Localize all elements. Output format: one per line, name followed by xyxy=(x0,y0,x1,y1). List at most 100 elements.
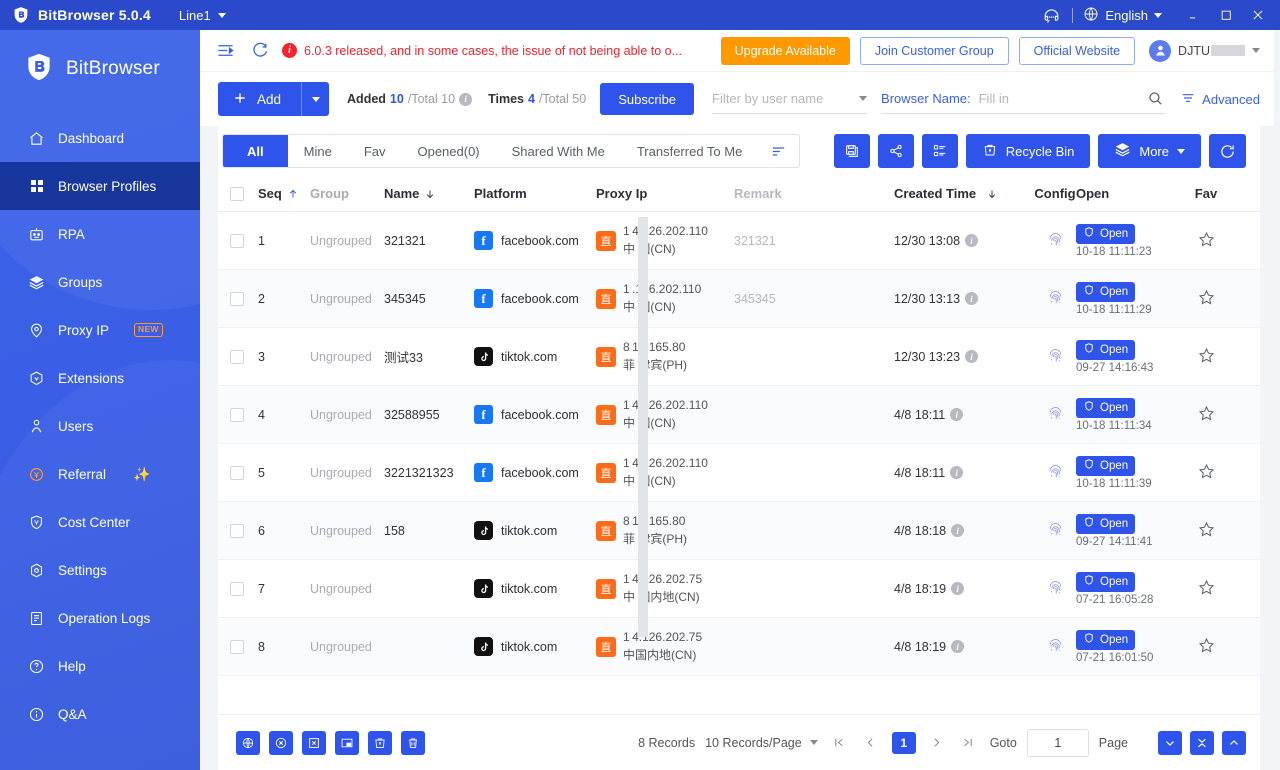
search-icon[interactable] xyxy=(1144,88,1166,110)
upgrade-button[interactable]: Upgrade Available xyxy=(720,36,850,65)
close-icon[interactable] xyxy=(1244,2,1272,28)
row-checkbox[interactable] xyxy=(230,465,244,480)
favorite-star-icon[interactable] xyxy=(1197,636,1216,658)
list-settings-icon[interactable] xyxy=(921,134,958,168)
tab-mine[interactable]: Mine xyxy=(288,135,348,167)
info-icon[interactable]: i xyxy=(965,350,979,363)
clear-cache-icon[interactable] xyxy=(368,730,392,755)
prev-page-button[interactable] xyxy=(860,732,882,754)
open-button[interactable]: Open xyxy=(1076,281,1136,302)
column-fav[interactable]: Fav xyxy=(1176,186,1236,201)
more-button[interactable]: More xyxy=(1098,134,1201,168)
column-proxy-ip[interactable]: Proxy Ip xyxy=(596,186,734,201)
table-row[interactable]: 8 Ungrouped tiktok.com 直 1 4.126.202.75 … xyxy=(218,618,1260,676)
table-row[interactable]: 2 Ungrouped 345345 f facebook.com 直 1 .1… xyxy=(218,270,1260,348)
cell-config[interactable] xyxy=(1034,231,1076,251)
row-checkbox[interactable] xyxy=(230,581,244,596)
first-page-button[interactable] xyxy=(828,732,850,754)
cell-config[interactable] xyxy=(1034,405,1076,425)
user-menu[interactable]: DJTU xyxy=(1149,39,1260,62)
tab-shared-with-me[interactable]: Shared With Me xyxy=(496,135,621,167)
close-box-icon[interactable] xyxy=(302,730,326,755)
save-icon[interactable] xyxy=(833,134,870,168)
tab-transferred-to-me[interactable]: Transferred To Me xyxy=(621,135,759,167)
table-row[interactable]: 3 Ungrouped 测试33 tiktok.com 直 8 12.165.8… xyxy=(218,328,1260,406)
tab-fav[interactable]: Fav xyxy=(348,135,402,167)
sidebar-item-help[interactable]: Help xyxy=(0,642,200,690)
next-page-button[interactable] xyxy=(926,732,948,754)
row-checkbox[interactable] xyxy=(230,639,244,654)
delete-icon[interactable] xyxy=(401,730,425,755)
browser-name-input[interactable] xyxy=(978,91,1137,106)
open-button[interactable]: Open xyxy=(1076,513,1136,534)
share-icon[interactable] xyxy=(877,134,914,168)
page-number-1[interactable]: 1 xyxy=(891,731,916,754)
info-icon[interactable]: i xyxy=(965,292,979,305)
row-checkbox[interactable] xyxy=(230,233,244,248)
recycle-bin-button[interactable]: Recycle Bin xyxy=(965,134,1091,168)
info-icon[interactable]: i xyxy=(951,640,965,653)
favorite-star-icon[interactable] xyxy=(1197,520,1216,542)
cell-config[interactable] xyxy=(1034,347,1076,367)
close-circle-icon[interactable] xyxy=(269,730,293,755)
select-all-checkbox[interactable] xyxy=(230,186,244,201)
cell-config[interactable] xyxy=(1034,521,1076,541)
row-checkbox[interactable] xyxy=(230,523,244,538)
info-icon[interactable]: i xyxy=(951,524,965,537)
column-open[interactable]: Open xyxy=(1076,186,1176,201)
sidebar-item-extensions[interactable]: Extensions xyxy=(0,354,200,402)
cell-config[interactable] xyxy=(1034,289,1076,309)
info-icon[interactable]: i xyxy=(950,408,964,421)
collapse-sidebar-icon[interactable] xyxy=(214,40,236,62)
table-row[interactable]: 4 Ungrouped 32588955 f facebook.com 直 1 … xyxy=(218,386,1260,464)
info-icon[interactable]: i xyxy=(950,466,964,479)
favorite-star-icon[interactable] xyxy=(1197,578,1216,600)
row-checkbox[interactable] xyxy=(230,407,244,422)
sidebar-item-dashboard[interactable]: Dashboard xyxy=(0,114,200,162)
open-button[interactable]: Open xyxy=(1076,397,1136,418)
info-icon[interactable]: i xyxy=(459,92,473,106)
tab-sort-icon[interactable] xyxy=(758,143,799,160)
sidebar-item-operation-logs[interactable]: Operation Logs xyxy=(0,594,200,642)
table-row[interactable]: 7 Ungrouped tiktok.com 直 1 4.126.202.75 … xyxy=(218,560,1260,638)
language-selector[interactable]: English xyxy=(1083,6,1162,25)
table-row[interactable]: 6 Ungrouped 158 tiktok.com 直 8 12.165.80… xyxy=(218,502,1260,580)
table-row[interactable]: 1 Ungrouped 321321 f facebook.com 直 1 4.… xyxy=(218,212,1260,290)
favorite-star-icon[interactable] xyxy=(1197,462,1216,484)
open-button[interactable]: Open xyxy=(1076,629,1136,650)
favorite-star-icon[interactable] xyxy=(1197,230,1216,252)
sidebar-item-users[interactable]: Users xyxy=(0,402,200,450)
column-seq[interactable]: Seq xyxy=(258,186,310,201)
cell-config[interactable] xyxy=(1034,579,1076,599)
advanced-filter-button[interactable]: Advanced xyxy=(1180,90,1260,109)
add-button[interactable]: Add xyxy=(218,82,302,116)
sidebar-item-browser-profiles[interactable]: Browser Profiles xyxy=(0,162,200,210)
column-name[interactable]: Name xyxy=(384,186,474,201)
headset-icon[interactable] xyxy=(1040,4,1062,26)
browser-name-search[interactable]: Browser Name: xyxy=(881,84,1167,114)
last-page-button[interactable] xyxy=(958,732,980,754)
row-checkbox[interactable] xyxy=(230,349,244,364)
join-customer-group-button[interactable]: Join Customer Group xyxy=(859,36,1009,65)
sidebar-item-groups[interactable]: Groups xyxy=(0,258,200,306)
add-dropdown-button[interactable] xyxy=(301,82,330,116)
refresh-icon[interactable] xyxy=(248,40,270,62)
collapse-icon[interactable] xyxy=(1190,730,1214,755)
line-selector[interactable]: Line1 xyxy=(179,8,226,23)
tab-all[interactable]: All xyxy=(223,135,288,167)
chevron-up-icon[interactable] xyxy=(1222,730,1246,755)
column-group[interactable]: Group xyxy=(310,186,384,201)
page-size-selector[interactable]: 10 Records/Page xyxy=(705,736,818,750)
column-remark[interactable]: Remark xyxy=(734,186,894,201)
chevron-down-icon[interactable] xyxy=(1158,730,1182,755)
sidebar-item-proxy-ip[interactable]: Proxy IP NEW xyxy=(0,306,200,354)
cell-config[interactable] xyxy=(1034,463,1076,483)
proxy-check-icon[interactable] xyxy=(236,730,260,755)
sidebar-item-referral[interactable]: Referral ✨ xyxy=(0,450,200,498)
open-button[interactable]: Open xyxy=(1076,571,1136,592)
sidebar-item-rpa[interactable]: RPA xyxy=(0,210,200,258)
row-checkbox[interactable] xyxy=(230,291,244,306)
release-notice[interactable]: i 6.0.3 released, and in some cases, the… xyxy=(282,43,682,58)
maximize-icon[interactable] xyxy=(1212,2,1240,28)
user-name-filter[interactable]: Filter by user name xyxy=(712,84,868,114)
